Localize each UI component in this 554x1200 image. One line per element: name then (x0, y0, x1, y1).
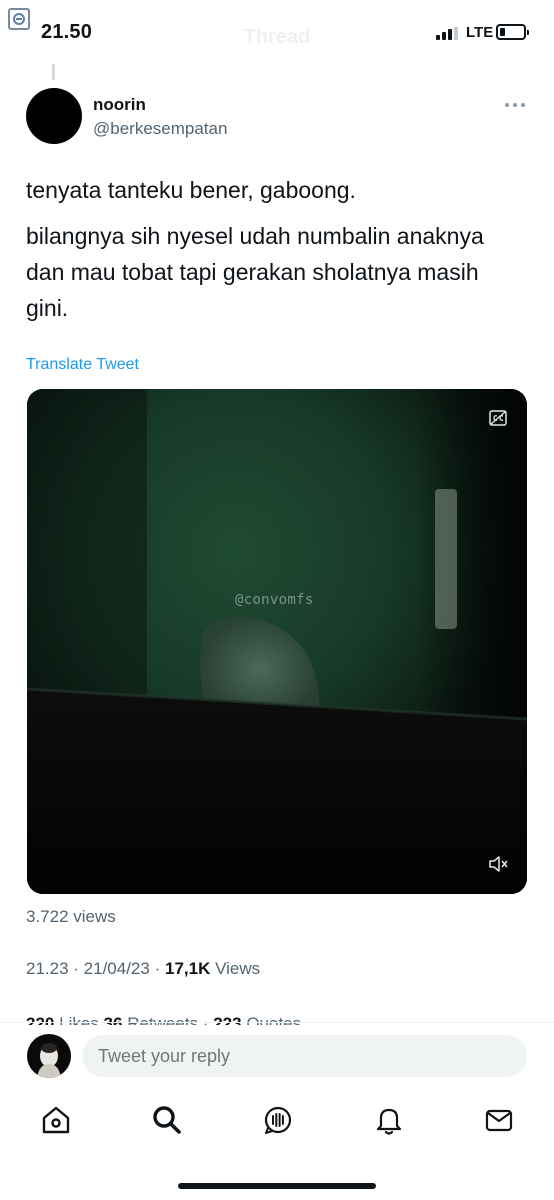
network-type: LTE (466, 24, 494, 41)
tweet-paragraph: bilangnya sih nyesel udah numbalin anakn… (26, 223, 484, 321)
home-icon[interactable] (40, 1104, 72, 1136)
tweet-date: 21/04/23 (83, 959, 150, 978)
quotes-label[interactable]: Quotes (246, 1014, 301, 1025)
tweet-views-count[interactable]: 17,1K (165, 959, 210, 978)
meta-separator: · (154, 959, 165, 978)
thread-connector-line (52, 64, 55, 80)
status-time: 21.50 (41, 21, 93, 43)
tweet-time: 21.23 (26, 959, 69, 978)
tweet-text: tenyata tanteku bener, gaboong. bilangny… (26, 172, 526, 336)
author-name[interactable]: noorin (93, 95, 146, 115)
spaces-icon[interactable] (262, 1104, 294, 1136)
more-options-icon[interactable] (505, 102, 525, 108)
tweet-paragraph: tenyata tanteku bener, gaboong. (26, 177, 356, 203)
bottom-nav (0, 1090, 554, 1160)
messages-icon[interactable] (483, 1104, 515, 1136)
meta-separator: · (73, 959, 84, 978)
likes-count[interactable]: 220 (26, 1014, 54, 1025)
video-views: 3.722 views (26, 907, 116, 926)
stats-separator: · (202, 1014, 209, 1025)
user-avatar[interactable] (27, 1034, 71, 1078)
search-icon[interactable] (151, 1104, 183, 1136)
quotes-count[interactable]: 223 (213, 1014, 241, 1025)
reply-divider (0, 1022, 554, 1023)
author-handle[interactable]: @berkesempatan (93, 119, 227, 139)
home-indicator (178, 1183, 376, 1189)
author-avatar[interactable] (26, 88, 82, 144)
video-watermark: @convomfs (235, 592, 314, 608)
signal-icon (436, 27, 458, 40)
tweet-meta: 21.23 · 21/04/23 · 17,1K Views (26, 959, 260, 979)
retweets-label[interactable]: Retweets (127, 1014, 198, 1025)
battery-icon (496, 24, 529, 40)
notifications-icon[interactable] (373, 1104, 405, 1136)
captions-icon[interactable] (489, 410, 507, 426)
tweet-stats: 220 Likes 36 Retweets · 223 Quotes (26, 1012, 526, 1025)
tweet-views-label: Views (215, 959, 261, 978)
video-frame (27, 389, 527, 894)
translate-tweet-link[interactable]: Translate Tweet (26, 356, 139, 374)
tweet-video[interactable]: @convomfs (27, 389, 527, 894)
status-bar: Thread 21.50 LTE (0, 0, 554, 64)
reply-input[interactable] (82, 1035, 527, 1077)
retweets-count[interactable]: 36 (104, 1014, 123, 1025)
likes-label[interactable]: Likes (59, 1014, 99, 1025)
mute-icon[interactable] (488, 855, 508, 873)
